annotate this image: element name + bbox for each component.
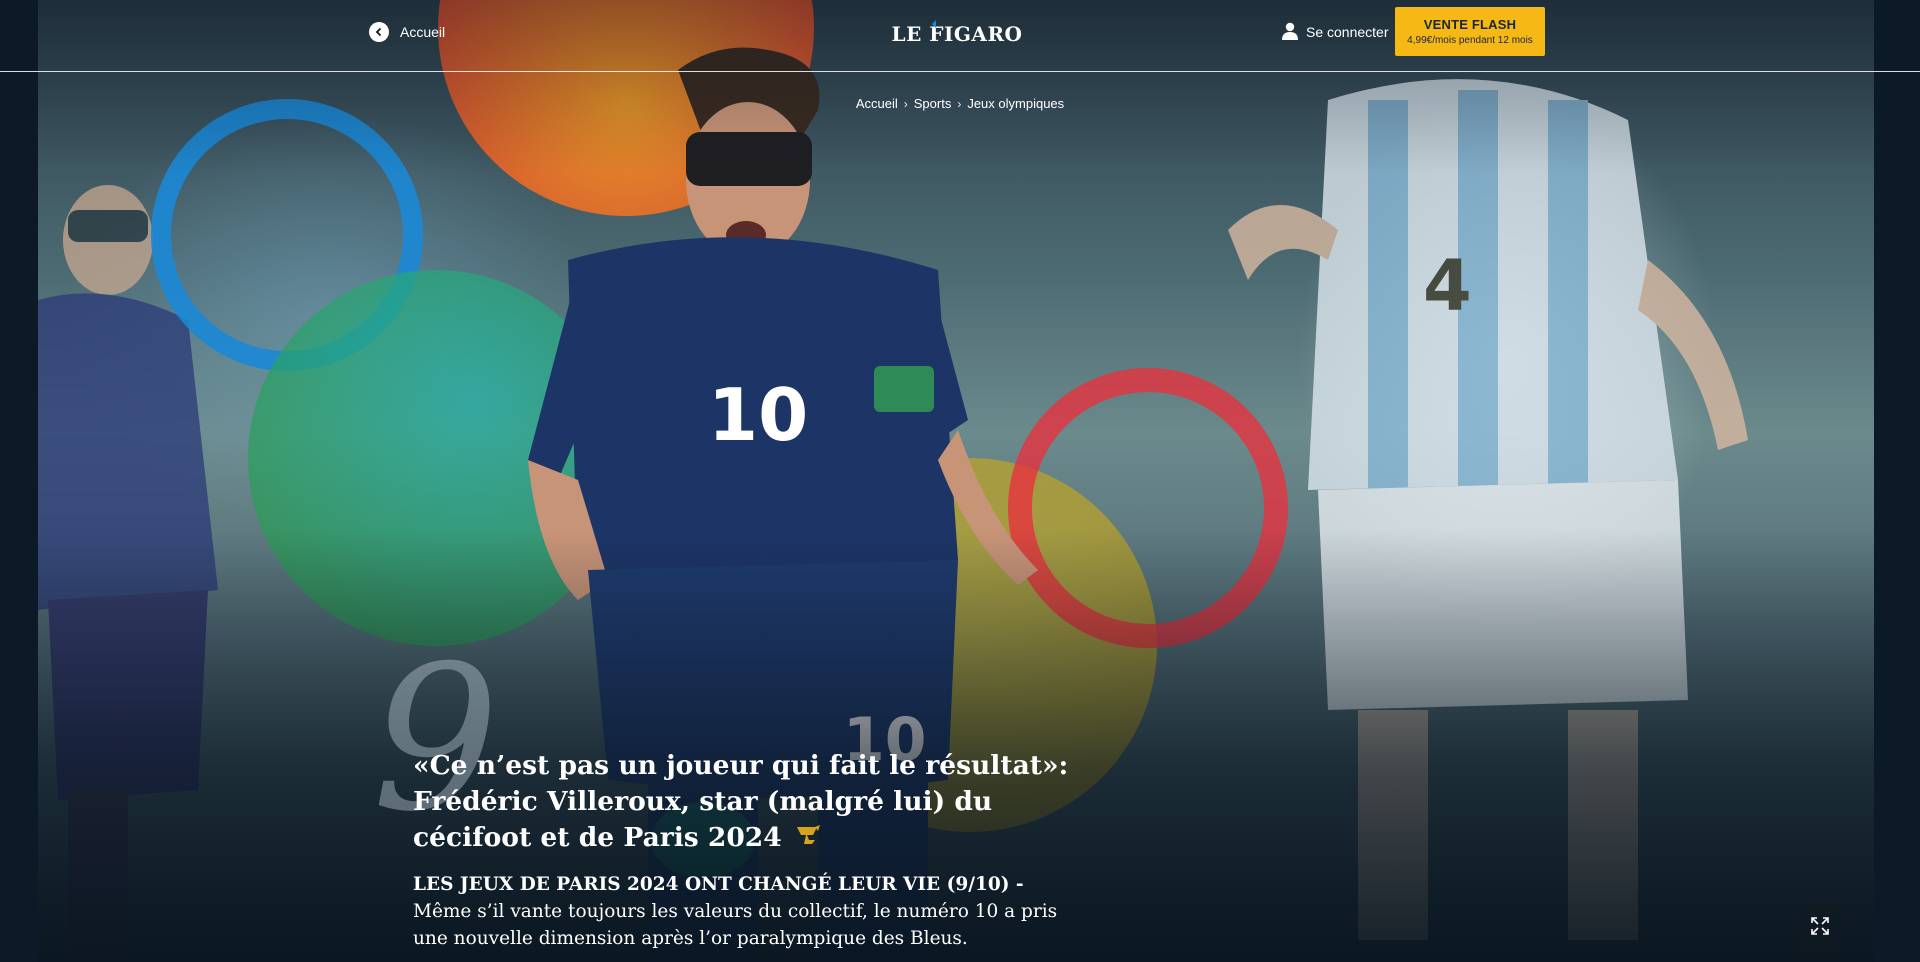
flash-sale-label: VENTE FLASH [1423, 17, 1517, 32]
article-summary-text: Même s’il vante toujours les valeurs du … [413, 901, 1058, 949]
breadcrumb-item-sports[interactable]: Sports [914, 96, 952, 111]
trophy-icon [795, 821, 821, 857]
expand-icon [1810, 916, 1830, 941]
login-label: Se connecter [1306, 24, 1389, 40]
article-title-text: «Ce n’est pas un joueur qui fait le résu… [413, 750, 1069, 853]
back-home-label: Accueil [400, 24, 446, 40]
logo-text: LE FIGARO [892, 22, 1023, 46]
le-figaro-logo[interactable]: LE FIGARO [884, 19, 1030, 47]
user-icon [1282, 22, 1298, 43]
flash-sale-sublabel: 4,99€/mois pendant 12 mois [1407, 35, 1533, 46]
flash-sale-button[interactable]: VENTE FLASH 4,99€/mois pendant 12 mois [1395, 7, 1545, 56]
article-title: «Ce n’est pas un joueur qui fait le résu… [413, 748, 1083, 857]
top-navigation-bar: Accueil LE FIGARO Se connecter VENTE FLA… [0, 0, 1920, 72]
back-home-link[interactable]: Accueil [369, 21, 445, 43]
chevron-right-icon: › [903, 96, 908, 111]
login-link[interactable]: Se connecter [1282, 21, 1389, 43]
breadcrumb-item-olympics[interactable]: Jeux olympiques [967, 96, 1064, 111]
page: 4 10 10 [0, 0, 1920, 962]
article-summary: LES JEUX DE PARIS 2024 ONT CHANGÉ LEUR V… [413, 871, 1073, 952]
article-kicker: LES JEUX DE PARIS 2024 ONT CHANGÉ LEUR V… [413, 874, 1024, 895]
fullscreen-button[interactable] [1797, 905, 1843, 951]
chevron-right-icon: › [957, 96, 962, 111]
chevron-left-circle-icon [369, 22, 389, 42]
breadcrumb: Accueil › Sports › Jeux olympiques [0, 96, 1920, 111]
breadcrumb-item-home[interactable]: Accueil [856, 96, 898, 111]
